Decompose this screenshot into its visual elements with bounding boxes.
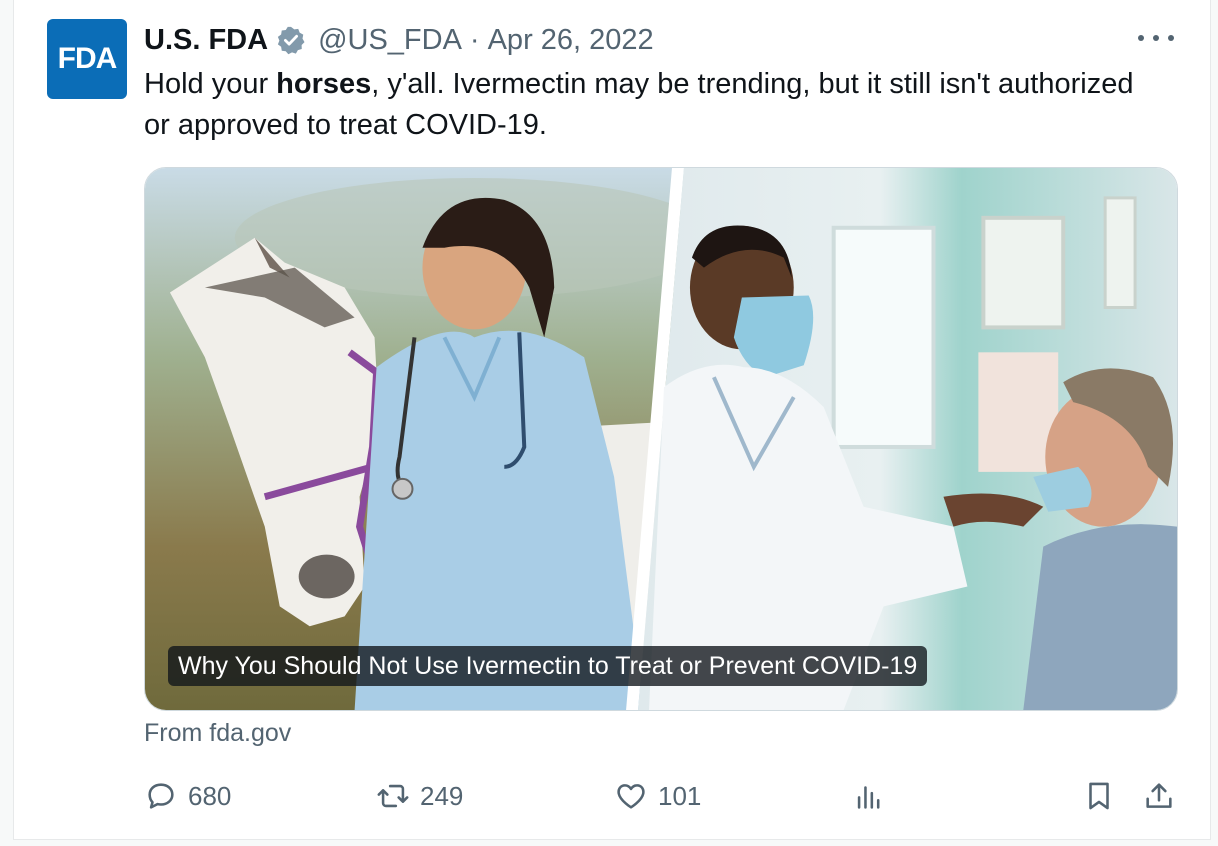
- like-count: 101: [658, 780, 702, 811]
- avatar[interactable]: FDA: [47, 19, 127, 99]
- reply-button[interactable]: 680: [144, 774, 231, 818]
- share-button[interactable]: [1142, 774, 1186, 818]
- tweet-date[interactable]: Apr 26, 2022: [488, 24, 654, 57]
- media-image: [145, 168, 1177, 710]
- tweet-text-bold: horses: [276, 68, 372, 100]
- tweet-text: Hold your horses, y'all. Ivermectin may …: [144, 64, 1164, 146]
- reply-count: 680: [188, 780, 232, 811]
- retweet-count: 249: [420, 780, 464, 811]
- retweet-icon: [377, 784, 409, 808]
- like-icon: [617, 784, 645, 809]
- views-icon: [857, 786, 880, 809]
- reply-icon: [148, 783, 174, 809]
- share-icon: [1146, 783, 1172, 808]
- views-button[interactable]: [852, 774, 896, 818]
- tweet-header: U.S. FDA @US_FDA · Apr 26, 2022: [144, 20, 654, 60]
- more-icon[interactable]: [1138, 26, 1174, 50]
- tweet-text-start: Hold your: [144, 68, 277, 100]
- bookmark-button[interactable]: [1082, 774, 1126, 818]
- retweet-button[interactable]: 249: [376, 774, 463, 818]
- separator-dot: ·: [469, 23, 480, 56]
- account-handle[interactable]: @US_FDA: [318, 24, 462, 57]
- link-source[interactable]: From fda.gov: [144, 719, 291, 748]
- media-caption: Why You Should Not Use Ivermectin to Tre…: [168, 646, 928, 686]
- verified-badge-icon: [277, 26, 305, 55]
- media-card[interactable]: Why You Should Not Use Ivermectin to Tre…: [144, 167, 1178, 711]
- bookmark-icon: [1089, 782, 1109, 810]
- like-button[interactable]: 101: [614, 774, 701, 818]
- tweet-card[interactable]: FDA U.S. FDA @US_FDA · Apr 26, 2022 Hold…: [13, 0, 1211, 840]
- avatar-logo-text: FDA: [57, 42, 118, 75]
- action-bar: 680 249 101: [144, 774, 1184, 818]
- account-name[interactable]: U.S. FDA: [144, 24, 268, 57]
